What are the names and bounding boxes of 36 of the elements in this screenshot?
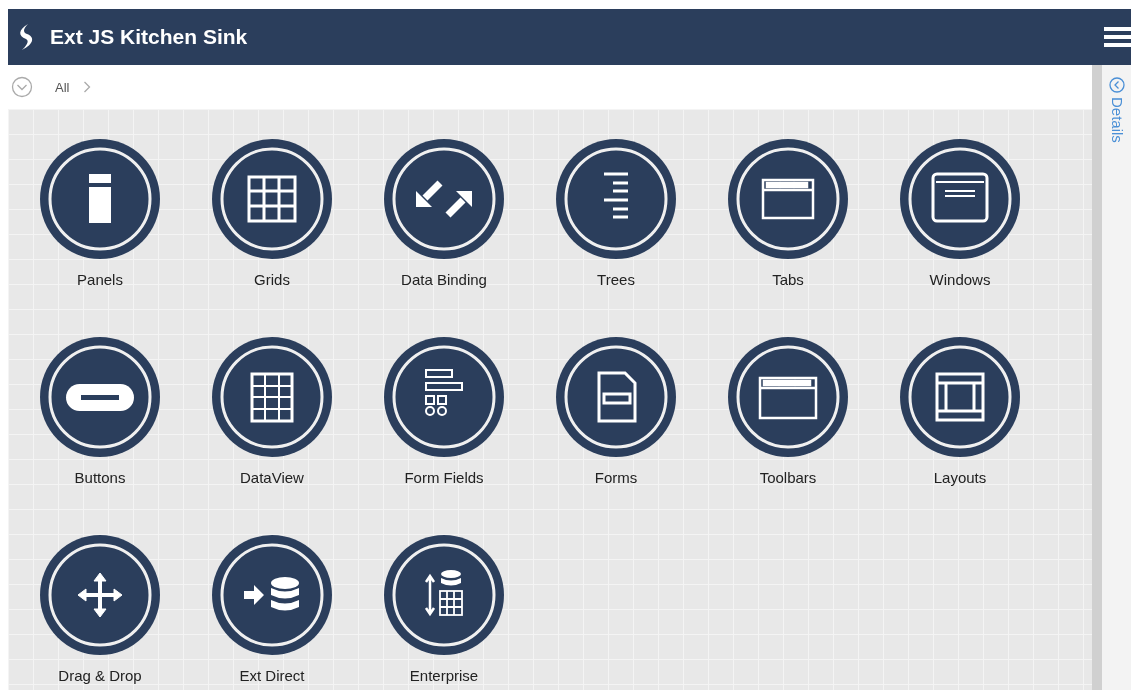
example-label[interactable]: Buttons <box>74 469 126 486</box>
example-label[interactable]: Panels <box>77 271 123 288</box>
menu-icon[interactable] <box>1104 26 1131 48</box>
chevron-right-icon <box>83 81 92 93</box>
example-label[interactable]: Enterprise <box>409 667 479 684</box>
example-label[interactable]: Toolbars <box>759 469 817 486</box>
app-title: Ext JS Kitchen Sink <box>50 25 249 49</box>
example-label[interactable]: Form Fields <box>404 469 484 486</box>
panel-icon[interactable] <box>40 139 160 259</box>
example-label[interactable]: Grids <box>254 271 290 288</box>
example-label[interactable]: Drag & Drop <box>58 667 142 684</box>
arrows-icon[interactable] <box>384 139 504 259</box>
tree-lines-icon[interactable] <box>556 139 676 259</box>
breadcrumb-item[interactable]: All <box>55 79 70 95</box>
tabs-icon[interactable] <box>728 139 848 259</box>
pill-icon[interactable] <box>40 337 160 457</box>
example-label[interactable]: Layouts <box>933 469 987 486</box>
arrow-database-icon[interactable] <box>212 535 332 655</box>
layout-icon[interactable] <box>900 337 1020 457</box>
example-label[interactable]: Tabs <box>772 271 804 288</box>
example-label[interactable]: Trees <box>597 271 635 288</box>
table-icon[interactable] <box>212 337 332 457</box>
expand-icon[interactable] <box>1108 77 1125 93</box>
example-label[interactable]: Forms <box>594 469 638 486</box>
move-icon[interactable] <box>40 535 160 655</box>
form-fields-icon[interactable] <box>384 337 504 457</box>
grid-icon[interactable] <box>212 139 332 259</box>
document-icon[interactable] <box>556 337 676 457</box>
window-icon[interactable] <box>900 139 1020 259</box>
example-label[interactable]: Ext Direct <box>239 667 305 684</box>
example-label[interactable]: DataView <box>240 469 304 486</box>
database-grid-icon[interactable] <box>384 535 504 655</box>
example-label[interactable]: Windows <box>929 271 991 288</box>
scrollbar[interactable] <box>1092 65 1102 690</box>
toolbar-icon[interactable] <box>728 337 848 457</box>
example-label[interactable]: Data Binding <box>401 271 487 288</box>
